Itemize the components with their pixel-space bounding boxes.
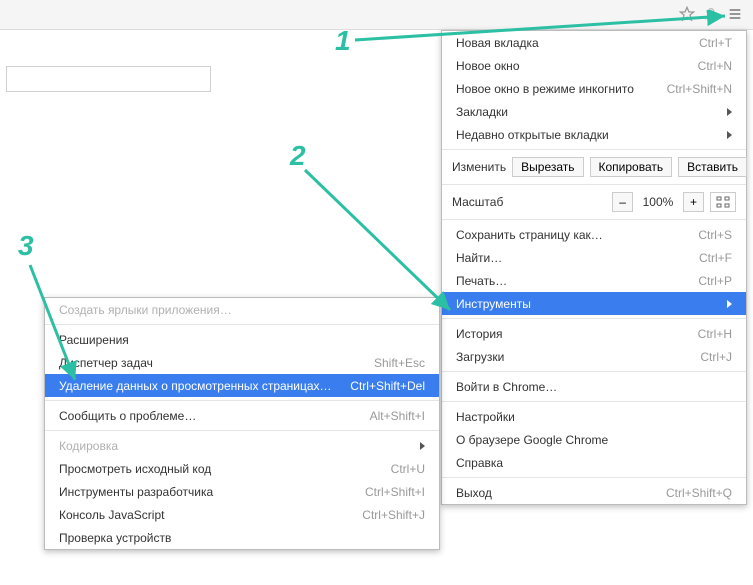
menu-label: Диспетчер задач (59, 356, 153, 370)
menu-separator (45, 400, 439, 401)
menu-settings[interactable]: Настройки (442, 405, 746, 428)
menu-label: Настройки (456, 410, 515, 424)
menu-shortcut: Alt+Shift+I (370, 409, 425, 423)
menu-label: Проверка устройств (59, 531, 171, 545)
menu-label: Сохранить страницу как… (456, 228, 603, 242)
menu-separator (442, 371, 746, 372)
menu-separator (442, 184, 746, 185)
menu-shortcut: Ctrl+Shift+J (362, 508, 425, 522)
submenu-task-manager[interactable]: Диспетчер задач Shift+Esc (45, 351, 439, 374)
user-icon[interactable] (701, 4, 721, 24)
menu-shortcut: Ctrl+Shift+I (365, 485, 425, 499)
menu-zoom-row: Масштаб – 100% + (442, 188, 746, 216)
submenu-check-devices[interactable]: Проверка устройств (45, 526, 439, 549)
fullscreen-button[interactable] (710, 192, 736, 212)
submenu-dev-tools[interactable]: Инструменты разработчика Ctrl+Shift+I (45, 480, 439, 503)
menu-label: Закладки (456, 105, 508, 119)
menu-label: Удаление данных о просмотренных страница… (59, 379, 332, 393)
menu-label: О браузере Google Chrome (456, 433, 608, 447)
menu-separator (442, 219, 746, 220)
menu-shortcut: Ctrl+S (698, 228, 732, 242)
menu-bookmarks[interactable]: Закладки (442, 100, 746, 123)
menu-label: Найти… (456, 251, 502, 265)
submenu-extensions[interactable]: Расширения (45, 328, 439, 351)
menu-edit-row: Изменить Вырезать Копировать Вставить (442, 153, 746, 181)
menu-downloads[interactable]: Загрузки Ctrl+J (442, 345, 746, 368)
cut-button[interactable]: Вырезать (512, 157, 583, 177)
zoom-value: 100% (639, 195, 677, 209)
menu-label: Недавно открытые вкладки (456, 128, 609, 142)
menu-separator (442, 149, 746, 150)
copy-button[interactable]: Копировать (590, 157, 673, 177)
menu-save-page[interactable]: Сохранить страницу как… Ctrl+S (442, 223, 746, 246)
menu-shortcut: Ctrl+F (699, 251, 732, 265)
menu-shortcut: Ctrl+U (391, 462, 425, 476)
menu-shortcut: Ctrl+Shift+N (667, 82, 732, 96)
menu-label: Печать… (456, 274, 507, 288)
browser-toolbar (0, 0, 753, 30)
fullscreen-icon (716, 196, 730, 208)
bookmark-star-icon[interactable] (677, 4, 697, 24)
menu-label: Новое окно в режиме инкогнито (456, 82, 634, 96)
menu-find[interactable]: Найти… Ctrl+F (442, 246, 746, 269)
submenu-view-source[interactable]: Просмотреть исходный код Ctrl+U (45, 457, 439, 480)
menu-label: Новое окно (456, 59, 520, 73)
annotation-number-1: 1 (335, 25, 351, 57)
menu-label: Войти в Chrome… (456, 380, 557, 394)
menu-label: Консоль JavaScript (59, 508, 164, 522)
menu-shortcut: Ctrl+Shift+Del (350, 379, 425, 393)
menu-label: Справка (456, 456, 503, 470)
submenu-clear-browsing-data[interactable]: Удаление данных о просмотренных страница… (45, 374, 439, 397)
menu-print[interactable]: Печать… Ctrl+P (442, 269, 746, 292)
menu-shortcut: Ctrl+J (700, 350, 732, 364)
menu-shortcut: Ctrl+P (698, 274, 732, 288)
submenu-report-issue[interactable]: Сообщить о проблеме… Alt+Shift+I (45, 404, 439, 427)
menu-recent-tabs[interactable]: Недавно открытые вкладки (442, 123, 746, 146)
menu-label: Сообщить о проблеме… (59, 409, 196, 423)
menu-label: Создать ярлыки приложения… (59, 303, 232, 317)
paste-button[interactable]: Вставить (678, 157, 747, 177)
menu-separator (442, 401, 746, 402)
annotation-number-2: 2 (290, 140, 306, 172)
zoom-in-button[interactable]: + (683, 192, 704, 212)
menu-signin[interactable]: Войти в Chrome… (442, 375, 746, 398)
menu-separator (442, 318, 746, 319)
menu-separator (45, 430, 439, 431)
floating-input-box (6, 66, 211, 92)
menu-new-tab[interactable]: Новая вкладка Ctrl+T (442, 31, 746, 54)
annotation-number-3: 3 (18, 230, 34, 262)
menu-shortcut: Shift+Esc (374, 356, 425, 370)
menu-about[interactable]: О браузере Google Chrome (442, 428, 746, 451)
edit-label: Изменить (452, 160, 506, 174)
menu-incognito[interactable]: Новое окно в режиме инкогнито Ctrl+Shift… (442, 77, 746, 100)
submenu-create-shortcuts: Создать ярлыки приложения… (45, 298, 439, 321)
menu-label: История (456, 327, 503, 341)
main-menu: Новая вкладка Ctrl+T Новое окно Ctrl+N Н… (441, 30, 747, 505)
tools-submenu: Создать ярлыки приложения… Расширения Ди… (44, 297, 440, 550)
menu-label: Кодировка (59, 439, 118, 453)
menu-exit[interactable]: Выход Ctrl+Shift+Q (442, 481, 746, 504)
menu-help[interactable]: Справка (442, 451, 746, 474)
menu-label: Выход (456, 486, 492, 500)
zoom-label: Масштаб (452, 195, 503, 209)
menu-shortcut: Ctrl+T (699, 36, 732, 50)
submenu-encoding[interactable]: Кодировка (45, 434, 439, 457)
menu-shortcut: Ctrl+Shift+Q (666, 486, 732, 500)
menu-shortcut: Ctrl+N (698, 59, 732, 73)
menu-label: Расширения (59, 333, 129, 347)
menu-label: Просмотреть исходный код (59, 462, 211, 476)
menu-history[interactable]: История Ctrl+H (442, 322, 746, 345)
menu-label: Инструменты разработчика (59, 485, 213, 499)
menu-tools[interactable]: Инструменты (442, 292, 746, 315)
menu-label: Загрузки (456, 350, 504, 364)
zoom-out-button[interactable]: – (612, 192, 633, 212)
menu-separator (442, 477, 746, 478)
menu-shortcut: Ctrl+H (698, 327, 732, 341)
menu-label: Инструменты (456, 297, 531, 311)
menu-label: Новая вкладка (456, 36, 539, 50)
menu-new-window[interactable]: Новое окно Ctrl+N (442, 54, 746, 77)
menu-separator (45, 324, 439, 325)
hamburger-menu-icon[interactable] (725, 4, 745, 24)
submenu-js-console[interactable]: Консоль JavaScript Ctrl+Shift+J (45, 503, 439, 526)
